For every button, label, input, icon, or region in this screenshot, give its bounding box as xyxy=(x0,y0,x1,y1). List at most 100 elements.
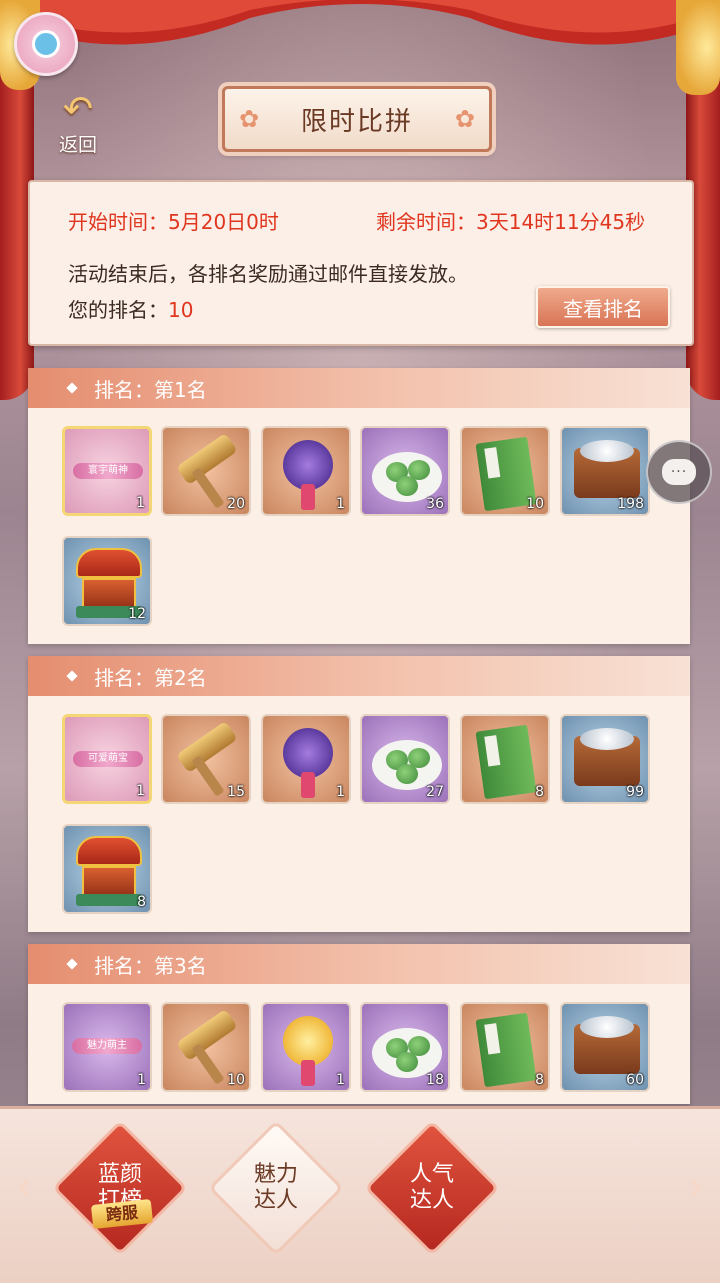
tab-label-line: 魅力 xyxy=(253,1162,298,1187)
item-count: 18 xyxy=(426,1072,444,1088)
reward-item-silver-chest[interactable]: 60 xyxy=(560,1002,650,1092)
green-dumpling-plate-icon xyxy=(372,452,442,502)
scroll-right-icon[interactable]: › xyxy=(676,1146,716,1226)
reward-item-treasure-chest[interactable]: 8 xyxy=(62,824,152,914)
curtain-top xyxy=(0,0,720,45)
item-count: 27 xyxy=(426,784,444,800)
treasure-chest-icon xyxy=(76,836,142,906)
tab-label-line: 达人 xyxy=(409,1188,454,1213)
rank-section-header: 排名：第3名 xyxy=(28,944,690,984)
purple-bouquet-icon xyxy=(283,728,333,778)
silver-chest-icon xyxy=(574,440,640,498)
title-card-icon: 寰宇萌神 xyxy=(73,463,143,479)
reward-item-dumplings[interactable]: 18 xyxy=(360,1002,450,1092)
book-tag xyxy=(484,447,501,479)
silver-pile xyxy=(580,440,634,462)
reward-item-book[interactable]: 8 xyxy=(460,1002,550,1092)
item-count: 1 xyxy=(336,1072,345,1088)
diamond-icon xyxy=(66,382,78,394)
purple-bouquet-icon xyxy=(283,440,333,490)
lantern-right-icon xyxy=(676,0,720,95)
back-label: 返回 xyxy=(58,134,97,156)
chat-button[interactable]: ··· xyxy=(646,440,712,504)
scroll-left-icon[interactable]: ‹ xyxy=(4,1146,44,1226)
reward-item-silver-chest[interactable]: 198 xyxy=(560,426,650,516)
start-time-value: 5月20日0时 xyxy=(168,210,279,234)
green-book-icon xyxy=(475,724,537,800)
menu-flower-button[interactable] xyxy=(14,12,78,76)
hammer-handle xyxy=(191,1043,225,1085)
start-time-label: 开始时间： xyxy=(68,210,168,234)
silver-pile xyxy=(580,728,634,750)
item-count: 20 xyxy=(227,496,245,512)
reward-item-title-card[interactable]: 魅力萌主 1 xyxy=(62,1002,152,1092)
item-count: 1 xyxy=(137,1072,146,1088)
reward-item-hammer[interactable]: 20 xyxy=(161,426,251,516)
chat-bubble-icon: ··· xyxy=(662,459,696,485)
back-arrow-icon: ↶ xyxy=(62,89,94,130)
flower-ornament-icon: ✿ xyxy=(454,105,475,133)
page-title: 限时比拼 xyxy=(300,106,413,137)
diamond-icon xyxy=(66,670,78,682)
silver-chest-icon xyxy=(574,1016,640,1074)
reward-item-hammer[interactable]: 10 xyxy=(161,1002,251,1092)
diamond-icon xyxy=(66,958,78,970)
item-count: 1 xyxy=(336,496,345,512)
rank-section-header: 排名：第2名 xyxy=(28,656,690,696)
item-count: 1 xyxy=(136,783,145,799)
reward-item-title-card[interactable]: 可爱萌宝 1 xyxy=(62,714,152,804)
reward-item-treasure-chest[interactable]: 12 xyxy=(62,536,152,626)
reward-item-bouquet[interactable]: 1 xyxy=(261,714,351,804)
reward-item-bouquet[interactable]: 1 xyxy=(261,426,351,516)
tab-popularity-master-label[interactable]: 人气 达人 xyxy=(384,1140,480,1236)
green-dumpling-plate-icon xyxy=(372,1028,442,1078)
item-count: 8 xyxy=(535,784,544,800)
bouquet-stem xyxy=(301,1060,315,1086)
bouquet-stem xyxy=(301,772,315,798)
rank-section-title: 排名：第2名 xyxy=(94,665,207,690)
item-count: 36 xyxy=(426,496,444,512)
reward-item-bouquet[interactable]: 1 xyxy=(261,1002,351,1092)
event-info-panel: 开始时间：5月20日0时 剩余时间：3天14时11分45秒 活动结束后，各排名奖… xyxy=(28,180,694,346)
tab-label-line: 达人 xyxy=(253,1188,298,1213)
reward-item-hammer[interactable]: 15 xyxy=(161,714,251,804)
tab-label-line: 人气 xyxy=(409,1162,454,1187)
title-plaque: ✿ 限时比拼 ✿ xyxy=(222,86,492,152)
hammer-handle xyxy=(191,755,225,797)
reward-item-book[interactable]: 10 xyxy=(460,426,550,516)
start-time: 开始时间：5月20日0时 xyxy=(68,206,279,235)
silver-chest-icon xyxy=(574,728,640,786)
your-rank-label: 您的排名： xyxy=(68,298,168,322)
item-count: 1 xyxy=(336,784,345,800)
green-dumpling-plate-icon xyxy=(372,740,442,790)
book-tag xyxy=(484,1023,501,1055)
dumpling xyxy=(396,1052,418,1072)
back-button[interactable]: ↶ 返回 xyxy=(46,89,110,157)
dumpling xyxy=(396,764,418,784)
reward-item-dumplings[interactable]: 36 xyxy=(360,426,450,516)
reward-item-silver-chest[interactable]: 99 xyxy=(560,714,650,804)
your-rank: 您的排名：10 xyxy=(68,294,193,323)
title-card-icon: 魅力萌主 xyxy=(72,1038,142,1054)
rank-section-title: 排名：第3名 xyxy=(94,953,207,978)
hammer-handle xyxy=(191,467,225,509)
rank-section-3: 排名：第3名 魅力萌主 1 10 1 18 8 60 xyxy=(28,944,690,1104)
yellow-bouquet-icon xyxy=(283,1016,333,1066)
chest-lid xyxy=(76,548,142,578)
book-tag xyxy=(484,735,501,767)
item-count: 10 xyxy=(526,496,544,512)
title-card-icon: 可爱萌宝 xyxy=(73,751,143,767)
reward-item-title-card[interactable]: 寰宇萌神 1 xyxy=(62,426,152,516)
item-count: 99 xyxy=(626,784,644,800)
flower-icon xyxy=(32,30,60,58)
green-book-icon xyxy=(475,1012,537,1088)
reward-item-dumplings[interactable]: 27 xyxy=(360,714,450,804)
tab-label-line: 蓝颜 xyxy=(97,1162,142,1187)
rank-section-1: 排名：第1名 寰宇萌神 1 20 1 36 10 198 12 xyxy=(28,368,690,644)
rank-section-title: 排名：第1名 xyxy=(94,377,207,402)
item-count: 60 xyxy=(626,1072,644,1088)
view-ranking-button[interactable]: 查看排名 xyxy=(536,286,670,328)
tab-charm-master-label[interactable]: 魅力 达人 xyxy=(228,1140,324,1236)
reward-item-book[interactable]: 8 xyxy=(460,714,550,804)
bouquet-stem xyxy=(301,484,315,510)
